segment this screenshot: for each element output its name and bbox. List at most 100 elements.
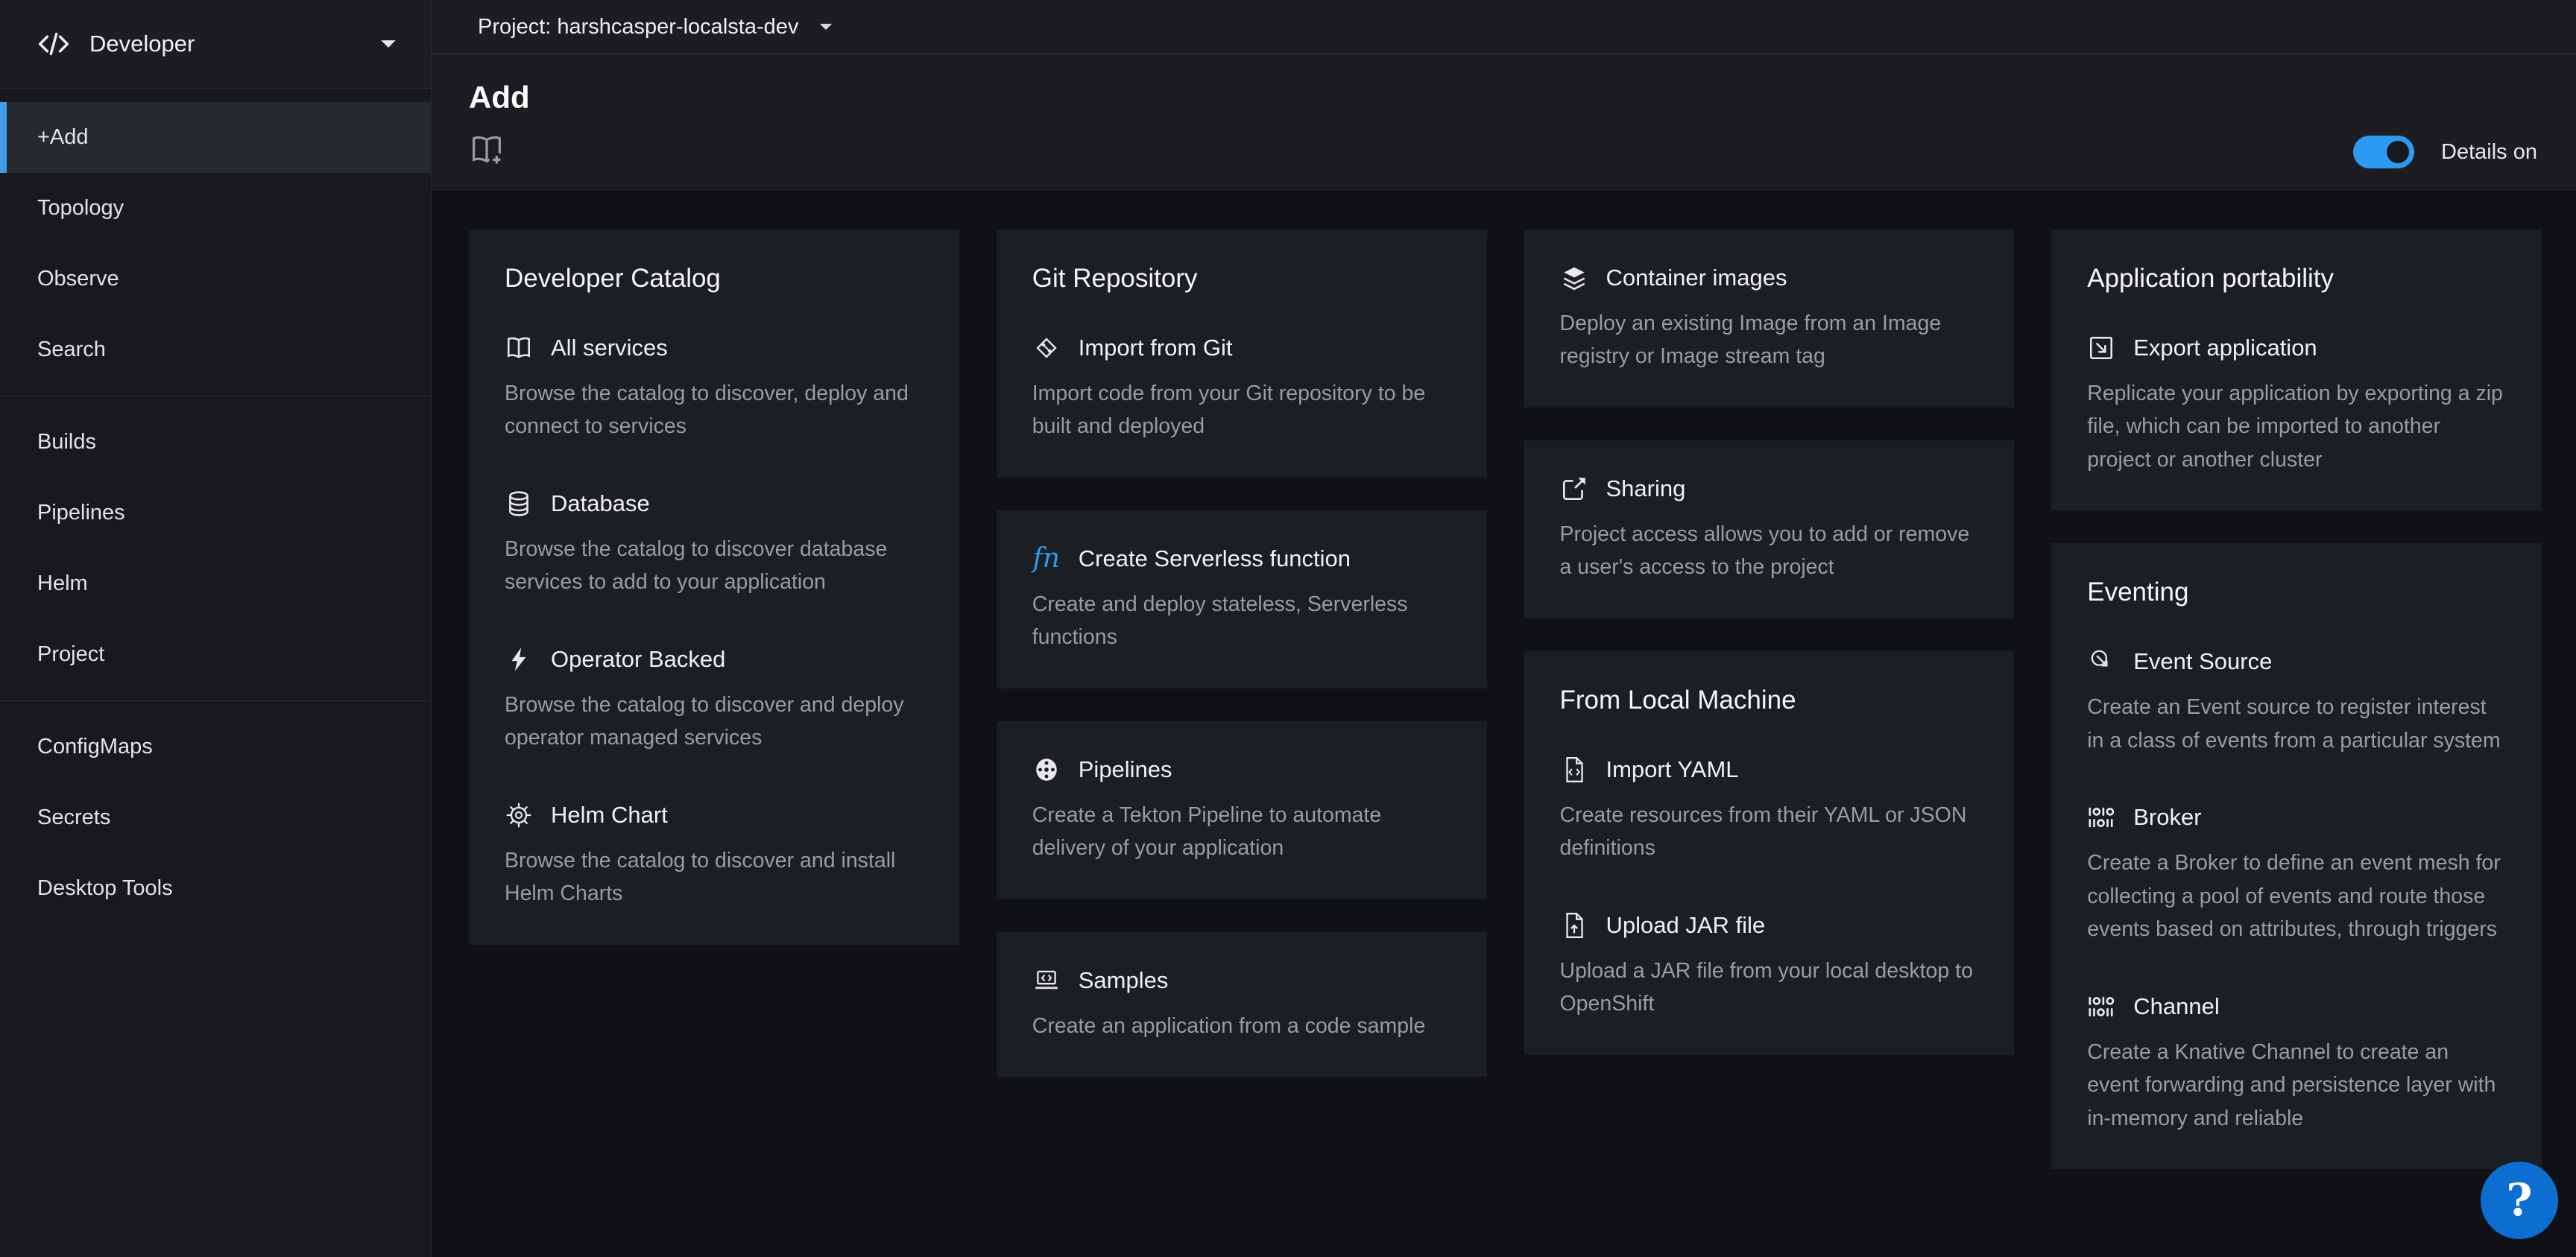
add-item-all-services[interactable]: All services Browse the catalog to discov… [505,334,924,443]
chevron-down-icon [379,34,398,54]
sidebar-item-label: Topology [37,196,124,221]
add-item-event-source[interactable]: Event SourceCreate an Event source to re… [2087,648,2506,757]
layers-icon [1560,264,1588,292]
sidebar-item-label: Observe [37,267,119,291]
perspective-switcher[interactable]: Developer [0,0,431,89]
helm-icon [505,801,533,829]
add-item-export-application[interactable]: Export application Replicate your applica… [2087,334,2506,476]
sidebar: Developer +Add Topology Observe Search Build… [0,0,432,1257]
card-column: Git Repository Import from Git Import code… [997,229,1487,1077]
add-item-create-serverless-function[interactable]: fnCreate Serverless functionCreate and d… [1032,545,1451,654]
card-title: Developer Catalog [505,264,924,294]
card-title: From Local Machine [1560,686,1979,715]
page-title: Add [469,80,2534,115]
item-title[interactable]: Import YAML [1606,756,1739,783]
git-icon [1032,334,1061,362]
add-item-database[interactable]: DatabaseBrowse the catalog to discover d… [505,490,924,599]
details-toggle[interactable] [2353,136,2414,168]
sidebar-item-label: Pipelines [37,501,125,525]
sidebar-item-search[interactable]: Search [0,314,431,385]
sidebar-item-label: Desktop Tools [37,876,173,901]
item-description: Create a Broker to define an event mesh … [2087,846,2506,946]
sidebar-item-observe[interactable]: Observe [0,244,431,314]
add-item-import-yaml[interactable]: Import YAML Create resources from their Y… [1560,756,1979,865]
item-description: Browse the catalog to discover and insta… [505,844,924,911]
item-description: Upload a JAR file from your local deskto… [1560,954,1979,1021]
item-description: Create resources from their YAML or JSON… [1560,799,1979,865]
item-title[interactable]: Upload JAR file [1606,912,1766,939]
sidebar-item-label: +Add [37,125,89,150]
item-title[interactable]: Sharing [1606,475,1686,502]
card: SharingProject access allows you to add … [1524,440,2015,618]
item-title[interactable]: All services [551,335,668,361]
project-selector[interactable]: Project: harshcasper-localsta-dev [478,15,834,39]
item-title[interactable]: Database [551,490,650,517]
add-item-sharing[interactable]: SharingProject access allows you to add … [1560,475,1979,584]
help-button[interactable]: ? [2481,1162,2558,1239]
sidebar-item-desktop-tools[interactable]: Desktop Tools [0,853,431,924]
add-item-helm-chart[interactable]: Helm Chart Browse the catalog to discover… [505,801,924,911]
item-title[interactable]: Event Source [2133,648,2272,675]
sidebar-group: +Add Topology Observe Search [0,102,431,385]
card-column: Application portability Export applicatio… [2051,229,2542,1169]
card-from-local-machine: From Local Machine Import YAML Create reso… [1524,651,2015,1055]
sidebar-item-project[interactable]: Project [0,619,431,690]
add-item-pipelines[interactable]: Pipelines Create a Tekton Pipeline to aut… [1032,756,1451,865]
add-item-broker[interactable]: Broker Create a Broker to define an event… [2087,803,2506,946]
card-title: Application portability [2087,264,2506,294]
add-cards-grid: Developer Catalog All services Browse the … [469,229,2542,1169]
add-item-upload-jar-file[interactable]: Upload JAR file Upload a JAR file from yo… [1560,911,1979,1021]
item-title[interactable]: Import from Git [1079,335,1233,361]
card: Samples Create an application from a code… [997,932,1487,1077]
sidebar-group: Builds Pipelines Helm Project [0,396,431,690]
sidebar-item-label: Builds [37,430,96,455]
sidebar-item-builds[interactable]: Builds [0,407,431,478]
item-description: Import code from your Git repository to … [1032,377,1451,443]
binary-icon [2087,992,2115,1021]
sidebar-item-configmaps[interactable]: ConfigMaps [0,712,431,782]
item-title[interactable]: Operator Backed [551,646,725,673]
book-plus-icon[interactable] [469,132,505,168]
item-description: Browse the catalog to discover, deploy a… [505,377,924,443]
perspective-label: Developer [89,31,195,57]
sidebar-item-label: ConfigMaps [37,735,153,759]
add-item-operator-backed[interactable]: Operator Backed Browse the catalog to dis… [505,645,924,755]
add-item-container-images[interactable]: Container imagesDeploy an existing Image… [1560,264,1979,373]
file-code-icon [1560,756,1588,784]
item-title[interactable]: Broker [2133,804,2201,831]
item-title[interactable]: Container images [1606,265,1787,291]
card-eventing: EventingEvent SourceCreate an Event sour… [2051,543,2542,1169]
sidebar-item-pipelines[interactable]: Pipelines [0,478,431,548]
chevron-down-icon [818,19,834,35]
card: Pipelines Create a Tekton Pipeline to aut… [997,721,1487,899]
sidebar-item-helm[interactable]: Helm [0,548,431,619]
samples-icon [1032,966,1061,995]
item-title[interactable]: Create Serverless function [1079,545,1351,572]
fn-icon: fn [1032,545,1061,573]
details-toggle-group: Details on [2353,136,2537,168]
sidebar-item-secrets[interactable]: Secrets [0,782,431,853]
item-title[interactable]: Export application [2133,335,2317,361]
add-item-import-from-git[interactable]: Import from Git Import code from your Git… [1032,334,1451,443]
item-description: Replicate your application by exporting … [2087,377,2506,476]
item-title[interactable]: Pipelines [1079,756,1172,783]
sidebar-item-add[interactable]: +Add [0,102,431,173]
item-title[interactable]: Channel [2133,993,2219,1020]
item-description: Create a Tekton Pipeline to automate del… [1032,799,1451,865]
item-description: Browse the catalog to discover and deplo… [505,688,924,755]
sidebar-group: ConfigMaps Secrets Desktop Tools [0,700,431,924]
item-title[interactable]: Samples [1079,967,1169,994]
add-item-samples[interactable]: Samples Create an application from a code… [1032,966,1451,1042]
item-description: Create a Knative Channel to create an ev… [2087,1036,2506,1135]
card-git-repository: Git Repository Import from Git Import code… [997,229,1487,478]
sidebar-nav: +Add Topology Observe Search Builds Pipelines… [0,89,431,924]
sidebar-item-label: Helm [37,571,88,596]
export-icon [2087,334,2115,362]
add-item-channel[interactable]: Channel Create a Knative Channel to creat… [2087,992,2506,1135]
item-title[interactable]: Helm Chart [551,802,668,829]
item-description: Create an application from a code sample [1032,1010,1451,1042]
book-icon [505,334,533,362]
card-title: Git Repository [1032,264,1451,294]
sidebar-item-topology[interactable]: Topology [0,173,431,244]
event-source-icon [2087,648,2115,676]
